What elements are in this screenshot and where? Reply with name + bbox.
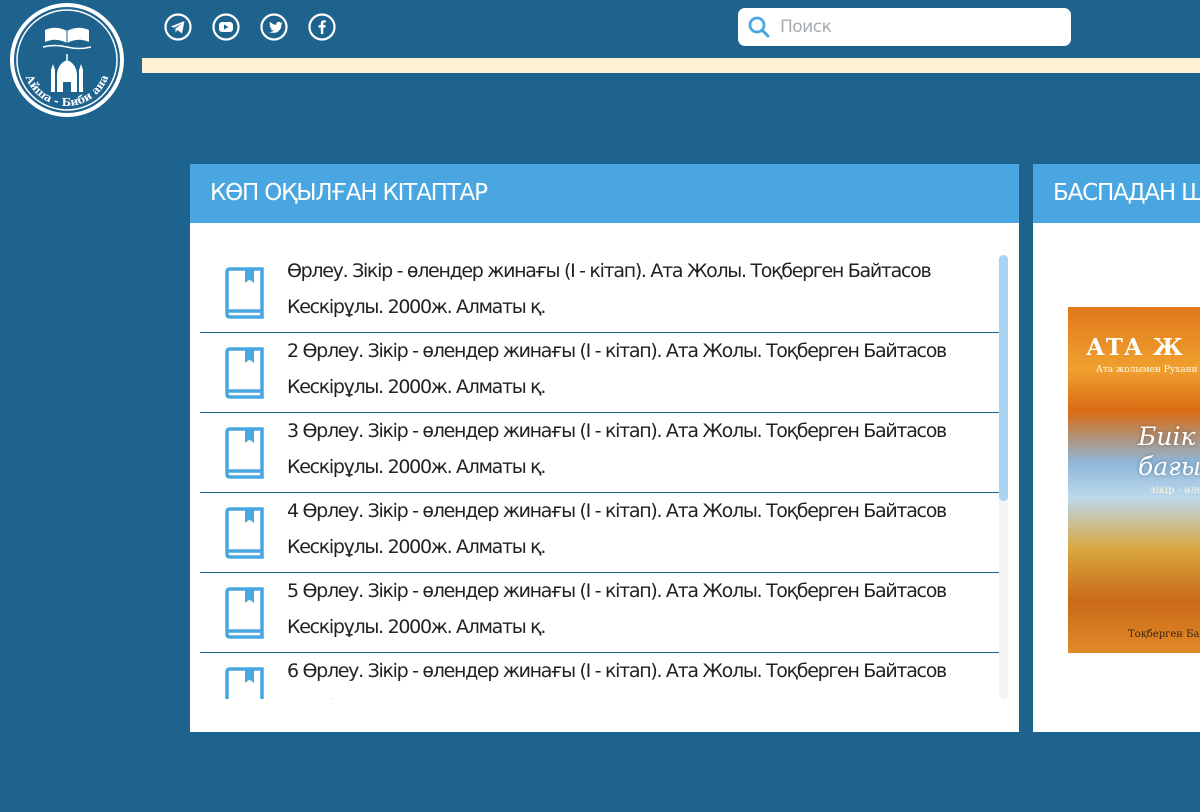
cover-headline-line-2: бағын [1138, 452, 1200, 481]
logo-emblem: Айша - Биби ана [10, 3, 124, 117]
twitter-icon [260, 13, 288, 41]
book-title: 2 Өрлеу. Зікір - өлендер жинағы (I - кіт… [287, 340, 947, 398]
most-read-books-panel: КӨП ОҚЫЛҒАН КІТАПТАР Өрлеу. Зікір - өлен… [190, 164, 1019, 732]
book-item-2[interactable]: 2 Өрлеу. Зікір - өлендер жинағы (I - кіт… [200, 333, 1000, 413]
twitter-link[interactable] [259, 12, 289, 42]
book-item-6[interactable]: 6 Өрлеу. Зікір - өлендер жинағы (I - кіт… [200, 653, 1000, 699]
youtube-icon [212, 13, 240, 41]
most-read-books-title: КӨП ОҚЫЛҒАН КІТАПТАР [190, 164, 1019, 223]
book-item-4[interactable]: 4 Өрлеу. Зікір - өлендер жинағы (I - кіт… [200, 493, 1000, 573]
cover-title: АТА Ж [1086, 334, 1184, 361]
telegram-icon [164, 13, 192, 41]
book-item-1[interactable]: Өрлеу. Зікір - өлендер жинағы (I - кітап… [200, 253, 1000, 333]
telegram-link[interactable] [163, 12, 193, 42]
book-icon [225, 347, 264, 399]
facebook-link[interactable] [307, 12, 337, 42]
book-title: 3 Өрлеу. Зікір - өлендер жинағы (I - кіт… [287, 420, 947, 478]
books-list-scrollbar[interactable] [999, 255, 1008, 699]
books-list: Өрлеу. Зікір - өлендер жинағы (I - кітап… [200, 253, 1000, 699]
book-icon [225, 587, 264, 639]
book-icon [225, 667, 264, 699]
search-icon[interactable] [740, 8, 778, 46]
cover-subtitle: Ата жолымен Рухани [1096, 365, 1198, 375]
cover-headline-line-1: Биік [1138, 422, 1196, 451]
cover-small-text: зікір - өлендер [1150, 485, 1200, 496]
cover-author: Тоқберген Байтасов [1128, 629, 1200, 640]
book-title: Өрлеу. Зікір - өлендер жинағы (I - кітап… [287, 260, 932, 318]
book-title: 6 Өрлеу. Зікір - өлендер жинағы (I - кіт… [287, 660, 947, 699]
book-icon [225, 427, 264, 479]
social-links [163, 12, 337, 42]
youtube-link[interactable] [211, 12, 241, 42]
book-title: 4 Өрлеу. Зікір - өлендер жинағы (I - кіт… [287, 500, 947, 558]
book-icon [225, 507, 264, 559]
published-books-panel: БАСПАДАН ШЫҚҚАН КІТАПТАР АТА Ж Ата жолым… [1033, 164, 1200, 732]
book-item-3[interactable]: 3 Өрлеу. Зікір - өлендер жинағы (I - кіт… [200, 413, 1000, 493]
cover-headline: Биік бағын [1138, 422, 1200, 482]
book-icon [225, 267, 264, 319]
facebook-icon [308, 13, 336, 41]
scrollbar-thumb[interactable] [999, 255, 1008, 501]
page: Айша - Биби ана Поиск КӨП ОҚЫЛҒАН КІТАПТ… [0, 0, 1200, 812]
book-item-5[interactable]: 5 Өрлеу. Зікір - өлендер жинағы (I - кіт… [200, 573, 1000, 653]
search-input[interactable] [778, 16, 1062, 38]
site-logo[interactable]: Айша - Биби ана [7, 0, 127, 120]
published-books-title: БАСПАДАН ШЫҚҚАН КІТАПТАР [1033, 164, 1200, 223]
header-stripe [142, 58, 1200, 73]
book-cover-image[interactable]: АТА Ж Ата жолымен Рухани Биік бағын зікі… [1068, 307, 1200, 653]
search-box [738, 8, 1071, 46]
book-title: 5 Өрлеу. Зікір - өлендер жинағы (I - кіт… [287, 580, 947, 638]
